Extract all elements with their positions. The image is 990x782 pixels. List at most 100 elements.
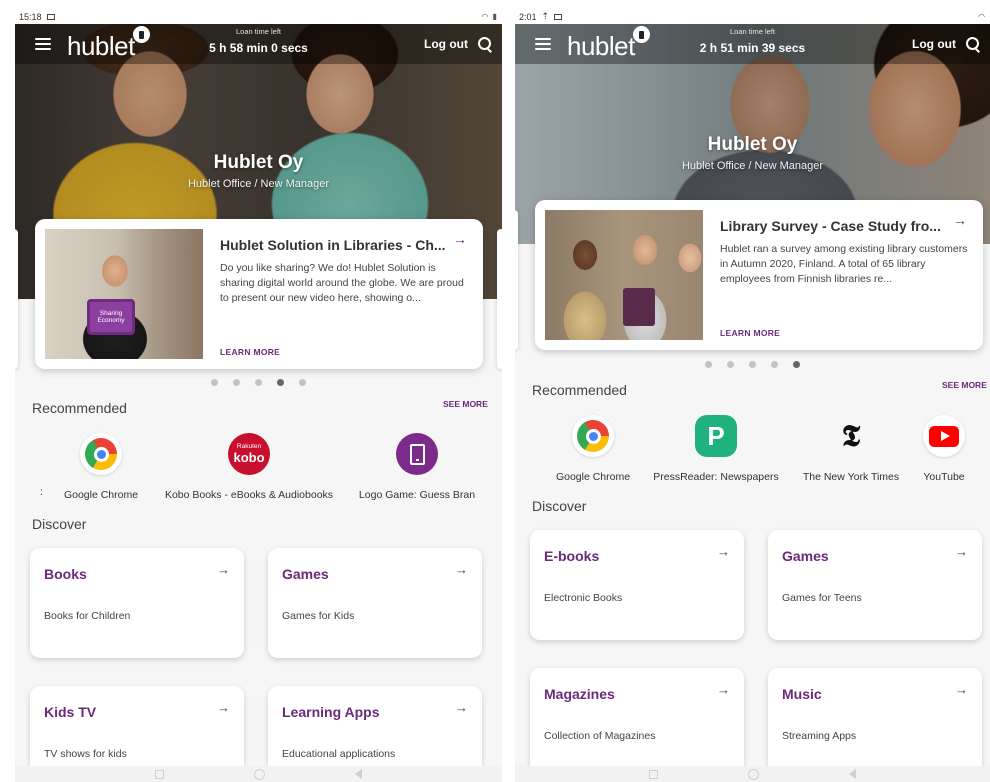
- app-google-chrome[interactable]: Google Chrome: [63, 433, 139, 501]
- search-icon[interactable]: [966, 37, 980, 51]
- category-name: E-books: [544, 548, 600, 564]
- back-icon[interactable]: [849, 769, 856, 779]
- category-card-magazines[interactable]: Magazines → Collection of Magazines: [530, 668, 744, 778]
- see-more-link[interactable]: SEE MORE: [942, 380, 987, 390]
- recommended-title: Recommended: [532, 382, 627, 398]
- app-label: The New York Times: [802, 471, 900, 483]
- nyt-icon: 𝕿: [841, 418, 861, 454]
- category-description: Books for Children: [44, 610, 131, 622]
- category-description: Games for Kids: [282, 610, 355, 622]
- featured-thumbnail: Sharing Economy: [45, 229, 203, 359]
- carousel-prev-card[interactable]: [515, 210, 518, 350]
- tablet-image: [623, 288, 655, 326]
- category-description: Streaming Apps: [782, 730, 857, 742]
- screen-right: 2:01 ⇡ ◠ hublet Loan time left 2 h 51 mi…: [515, 9, 990, 782]
- hublet-logo: hublet: [567, 26, 650, 59]
- arrow-right-icon: →: [455, 700, 468, 715]
- carousel-dot[interactable]: [749, 361, 756, 368]
- status-bar: 15:18 ◠ ▮: [15, 9, 502, 24]
- hamburger-menu-icon[interactable]: [535, 38, 551, 50]
- featured-thumbnail: [545, 210, 703, 340]
- recents-icon[interactable]: [649, 769, 658, 779]
- logout-button[interactable]: Log out: [424, 37, 468, 51]
- category-name: Music: [782, 686, 822, 702]
- app-youtube[interactable]: YouTube: [919, 415, 969, 483]
- featured-title: Library Survey - Case Study fro...: [720, 218, 941, 234]
- tablet-icon: [396, 433, 438, 475]
- status-time: 15:18: [19, 11, 42, 22]
- app-header: hublet Loan time left 5 h 58 min 0 secs …: [15, 24, 502, 64]
- search-icon[interactable]: [478, 37, 492, 51]
- learn-more-link[interactable]: LEARN MORE: [220, 347, 280, 357]
- organization-subtitle: Hublet Office / New Manager: [187, 178, 330, 190]
- carousel-dot[interactable]: [233, 379, 240, 386]
- organization-info: Hublet Oy Hublet Office / New Manager: [515, 134, 990, 172]
- app-label: Google Chrome: [555, 471, 631, 483]
- app-kobo-books[interactable]: Rakuten kobo Kobo Books - eBooks & Audio…: [160, 433, 338, 501]
- home-icon[interactable]: [748, 768, 759, 780]
- arrow-right-icon[interactable]: →: [453, 231, 467, 247]
- app-logo-game[interactable]: Logo Game: Guess Bran: [357, 433, 477, 501]
- arrow-right-icon: →: [717, 544, 730, 559]
- app-new-york-times[interactable]: 𝕿 The New York Times: [798, 415, 904, 484]
- featured-description: Hublet ran a survey among existing libra…: [720, 243, 968, 285]
- app-google-chrome[interactable]: Google Chrome: [553, 415, 633, 483]
- carousel-dot[interactable]: [705, 361, 712, 368]
- category-card-books[interactable]: Books → Books for Children: [30, 548, 244, 658]
- wifi-battery-icon: ◠ ▮: [481, 12, 498, 21]
- app-label: Logo Game: Guess Bran: [358, 489, 476, 501]
- carousel-dot[interactable]: [299, 379, 306, 386]
- pressreader-icon: P: [695, 415, 737, 457]
- carousel-next-card[interactable]: [497, 229, 502, 369]
- carousel-dot-active[interactable]: [793, 361, 800, 368]
- arrow-right-icon: →: [717, 682, 730, 697]
- carousel-prev-card[interactable]: [15, 229, 18, 369]
- category-description: TV shows for kids: [44, 748, 127, 760]
- system-nav-bar: [515, 766, 990, 782]
- carousel-dot[interactable]: [771, 361, 778, 368]
- loan-timer: Loan time left 2 h 51 min 39 secs: [700, 27, 805, 55]
- loan-time: 2 h 51 min 39 secs: [699, 41, 806, 55]
- carousel-dot[interactable]: [727, 361, 734, 368]
- recommended-title: Recommended: [32, 400, 127, 416]
- category-name: Games: [782, 548, 829, 564]
- arrow-right-icon: →: [217, 700, 230, 715]
- discover-title: Discover: [32, 516, 87, 532]
- organization-name: Hublet Oy: [213, 152, 304, 173]
- recents-icon[interactable]: [155, 769, 164, 779]
- learn-more-link[interactable]: LEARN MORE: [720, 328, 780, 338]
- logout-button[interactable]: Log out: [912, 37, 956, 51]
- category-card-games[interactable]: Games → Games for Teens: [768, 530, 982, 640]
- chrome-icon: [80, 433, 122, 475]
- system-nav-bar: [15, 766, 502, 782]
- wifi-icon: ◠: [978, 12, 986, 21]
- app-label: Kobo Books - eBooks & Audiobooks: [164, 489, 334, 501]
- carousel-dot[interactable]: [255, 379, 262, 386]
- category-description: Games for Teens: [782, 592, 862, 604]
- see-more-link[interactable]: SEE MORE: [443, 399, 488, 409]
- carousel-dot-active[interactable]: [277, 379, 284, 386]
- category-description: Electronic Books: [544, 592, 623, 604]
- carousel-dots: [15, 379, 502, 386]
- category-card-ebooks[interactable]: E-books → Electronic Books: [530, 530, 744, 640]
- arrow-right-icon[interactable]: →: [953, 212, 967, 228]
- featured-description: Do you like sharing? We do! Hublet Solut…: [220, 262, 464, 304]
- category-name: Games: [282, 566, 329, 582]
- category-card-games[interactable]: Games → Games for Kids: [268, 548, 482, 658]
- image-notification-icon: [554, 13, 563, 20]
- home-icon[interactable]: [254, 768, 265, 780]
- category-card-music[interactable]: Music → Streaming Apps: [768, 668, 982, 778]
- logo-badge-icon: [132, 26, 150, 43]
- category-name: Kids TV: [44, 704, 97, 720]
- app-label: PressReader: Newspapers: [653, 471, 779, 483]
- hamburger-menu-icon[interactable]: [35, 38, 51, 50]
- logo-badge-icon: [632, 26, 650, 43]
- featured-card[interactable]: Sharing Economy → Hublet Solution in Lib…: [35, 219, 483, 369]
- app-pressreader[interactable]: P PressReader: Newspapers: [649, 415, 783, 483]
- back-icon[interactable]: [355, 769, 362, 779]
- organization-name: Hublet Oy: [707, 134, 798, 155]
- category-name: Learning Apps: [282, 704, 380, 720]
- featured-card[interactable]: → Library Survey - Case Study fro... Hub…: [535, 200, 983, 350]
- carousel-dot[interactable]: [211, 379, 218, 386]
- upload-icon: ⇡: [541, 11, 550, 21]
